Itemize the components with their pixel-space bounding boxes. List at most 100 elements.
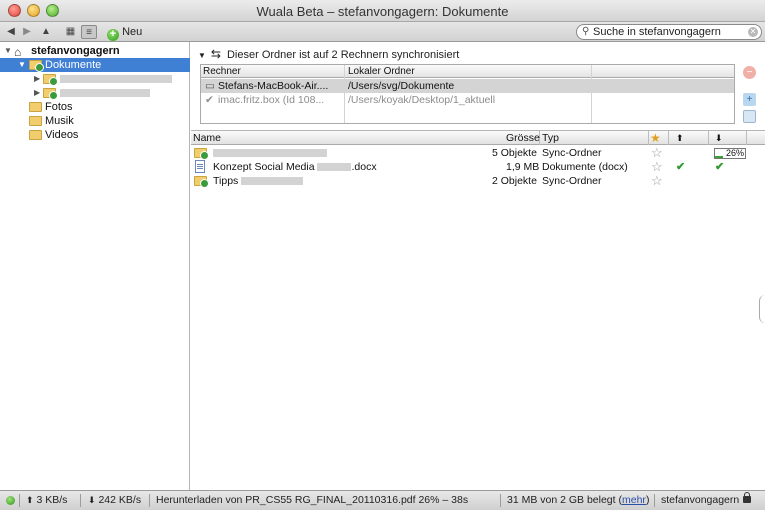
folder-icon [29,130,42,140]
sidebar-item-label: Fotos [45,101,73,113]
column-header-download-icon[interactable]: ⬇ [715,131,723,145]
forward-button[interactable]: ▶ [22,25,32,39]
sidebar-item-label [60,86,150,100]
table-row[interactable]: Stefans-MacBook-Air.... ▭ /Users/svg/Dok… [201,79,734,93]
sidebar-item-label [60,72,172,86]
column-header-size[interactable]: Grösse [506,131,540,145]
new-label: Neu [122,26,143,38]
download-done-checkmark-icon: ✔ [715,161,725,173]
search-input[interactable] [593,26,743,38]
sidebar-item-musik[interactable]: Musik [0,114,190,128]
divider [19,494,20,507]
download-arrow-icon: ⬇ [88,495,96,505]
sidebar-item-videos[interactable]: Videos [0,128,190,142]
online-status-icon [6,496,15,505]
sidebar-item-label: Dokumente [45,59,102,71]
checkmark-icon: ✔ [205,94,214,106]
column-header-name[interactable]: Name [193,131,221,145]
more-link[interactable]: mehr [622,494,646,506]
column-header-type[interactable]: Typ [542,131,559,145]
activity-text: Herunterladen von PR_CS55 RG_FINAL_20110… [156,494,469,506]
search-field[interactable]: ⚲ ✕ [576,24,762,40]
sidebar-item-subfolder[interactable]: ▶ [0,86,190,100]
document-icon [195,160,205,173]
sync-folder-icon [194,176,209,188]
table-row[interactable]: Konzept Social Media .docx 1,9 MB Dokume… [191,160,765,174]
disclosure-closed-icon[interactable]: ▶ [34,72,40,86]
laptop-icon: ▭ [205,80,215,92]
up-button[interactable]: ▲ [40,25,52,39]
column-divider [746,131,747,145]
disclosure-closed-icon[interactable]: ▶ [34,86,40,100]
info-page-icon[interactable] [743,110,756,123]
upload-done-checkmark-icon: ✔ [676,161,686,173]
sync-computers-table: Rechner Lokaler Ordner Stefans-MacBook-A… [200,64,735,124]
download-rate: ⬇ 242 KB/s [88,491,141,510]
search-icon: ⚲ [582,26,590,37]
sidebar-item-subfolder[interactable]: ▶ [0,72,190,86]
clear-search-icon[interactable]: ✕ [748,27,758,37]
disclosure-open-icon[interactable]: ▼ [4,44,12,58]
file-list: Name Grösse Typ ★ ⬆ ⬇ 5 Objekte Sync-Ord… [191,130,765,490]
window-title: Wuala Beta – stefanvongagern: Dokumente [256,4,509,19]
computer-name: Stefans-MacBook-Air.... [218,80,329,92]
table-row[interactable]: Tipps 2 Objekte Sync-Ordner ☆ [191,174,765,188]
list-view-button[interactable]: ≡ [81,25,97,39]
new-button[interactable]: + Neu ▼ [107,25,151,53]
table-header: Rechner Lokaler Ordner [201,65,734,78]
upload-rate: ⬆ 3 KB/s [26,491,67,510]
sidebar-item-fotos[interactable]: Fotos [0,100,190,114]
sidebar-root-label: stefanvongagern [31,45,120,57]
folder-icon [29,102,42,112]
divider [149,494,150,507]
table-row[interactable]: ✔ imac.fritz.box (Id 108... /Users/koyak… [201,93,734,107]
sync-arrows-icon: ⇆ [210,47,221,61]
redacted-text [213,149,327,158]
sidebar-item-dokumente[interactable]: ▼ Dokumente [0,58,190,72]
redacted-text [60,75,172,84]
sync-folder-icon [43,88,58,100]
redacted-text [317,163,352,172]
column-header-rechner[interactable]: Rechner [203,65,241,78]
forward-icon: ▶ [23,26,31,37]
status-bar: ⬆ 3 KB/s ⬇ 242 KB/s Herunterladen von PR… [0,490,765,510]
column-header-star-icon[interactable]: ★ [650,131,661,145]
add-computer-icon[interactable]: + [743,93,756,106]
sync-folder-icon [29,60,44,72]
sync-folder-icon [194,148,209,160]
toolbar: ◀ ▶ ▲ ▦ ≡ + Neu ▼ ⚲ ✕ [0,22,765,53]
download-rate-text: 242 KB/s [98,494,142,506]
redacted-text [60,89,150,98]
favorite-star-icon[interactable]: ☆ [651,160,663,174]
up-icon: ▲ [41,26,51,37]
column-header-upload-icon[interactable]: ⬆ [676,131,684,145]
sidebar-item-label: Videos [45,129,79,141]
disclosure-open-icon[interactable]: ▼ [198,51,206,60]
file-name-prefix: Konzept Social Media [213,161,318,173]
list-icon: ≡ [86,27,92,38]
storage-usage: 31 MB von 2 GB belegt (mehr) [507,494,650,506]
upload-arrow-icon: ⬆ [26,495,34,505]
file-type: Sync-Ordner [542,147,602,159]
file-name-suffix: .docx [351,161,377,173]
sync-heading: ▼ ⇆ Dieser Ordner ist auf 2 Rechnern synch… [198,47,459,61]
home-icon: ⌂ [14,45,22,59]
panel-resize-handle[interactable] [759,295,765,323]
plus-icon: + [107,29,119,41]
sidebar-item-root[interactable]: ▼ ⌂ stefanvongagern [0,44,190,59]
grid-view-button[interactable]: ▦ [64,25,77,39]
remove-computer-icon[interactable]: − [743,66,756,79]
column-divider [708,131,709,145]
table-header: Name Grösse Typ ★ ⬆ ⬇ [191,131,765,145]
column-divider [648,131,649,145]
back-button[interactable]: ◀ [6,25,16,39]
disclosure-open-icon[interactable]: ▼ [18,58,26,72]
favorite-star-icon[interactable]: ☆ [651,146,663,160]
file-type: Dokumente (docx) [542,161,628,173]
favorite-star-icon[interactable]: ☆ [651,174,663,188]
column-header-lokaler-ordner[interactable]: Lokaler Ordner [348,65,415,78]
upload-rate-text: 3 KB/s [36,494,68,506]
table-row[interactable]: 5 Objekte Sync-Ordner ☆ 26% [191,146,765,160]
progress-fill [715,156,723,158]
lock-icon[interactable] [743,492,751,503]
